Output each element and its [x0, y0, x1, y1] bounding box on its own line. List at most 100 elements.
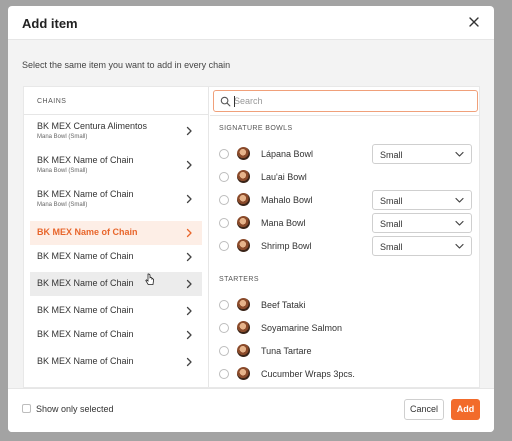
chain-item[interactable]: BK MEX Name of Chain: [30, 323, 202, 347]
chain-item[interactable]: BK MEX Name of Chain: [30, 272, 202, 296]
size-select[interactable]: Small: [372, 190, 472, 210]
chain-name: BK MEX Name of Chain: [37, 155, 134, 165]
size-select-value: Small: [380, 196, 403, 206]
modal-title: Add item: [22, 16, 78, 31]
chain-item[interactable]: BK MEX Centura Alimentos Mana Bowl (Small…: [30, 119, 202, 143]
item-name: Beef Tataki: [261, 300, 306, 310]
item-thumbnail: [237, 239, 250, 252]
chain-selected-item: Mana Bowl (Small): [37, 202, 88, 208]
item-thumbnail: [237, 367, 250, 380]
show-only-selected-label: Show only selected: [36, 404, 114, 414]
text-caret: [234, 96, 235, 107]
selection-panel: CHAINS BK MEX Centura Alimentos Mana Bowl…: [23, 86, 480, 388]
chain-name: BK MEX Name of Chain: [37, 278, 134, 288]
item-radio[interactable]: [219, 195, 229, 205]
item-name: Shrimp Bowl: [261, 241, 312, 251]
chevron-right-icon: [186, 357, 192, 367]
chain-name: BK MEX Name of Chain: [37, 251, 134, 261]
item-name: Lápana Bowl: [261, 149, 314, 159]
chevron-down-icon: [455, 151, 464, 157]
item-radio[interactable]: [219, 149, 229, 159]
item-radio[interactable]: [219, 346, 229, 356]
item-name: Mahalo Bowl: [261, 195, 313, 205]
modal-footer: Show only selected Cancel Add: [8, 388, 494, 432]
item-radio[interactable]: [219, 241, 229, 251]
section-title: SIGNATURE BOWLS: [219, 125, 293, 132]
menu-item-row: Beef Tataki: [210, 295, 479, 315]
close-icon: [469, 17, 479, 27]
section-title: STARTERS: [219, 276, 259, 283]
chevron-down-icon: [455, 220, 464, 226]
item-thumbnail: [237, 216, 250, 229]
modal-header: Add item: [8, 6, 494, 40]
item-radio[interactable]: [219, 218, 229, 228]
item-name: Lau'ai Bowl: [261, 172, 307, 182]
item-radio[interactable]: [219, 369, 229, 379]
chevron-right-icon: [186, 306, 192, 316]
add-button[interactable]: Add: [451, 399, 480, 420]
size-select[interactable]: Small: [372, 236, 472, 256]
menu-item-row: Lápana Bowl Small: [210, 144, 479, 164]
chevron-right-icon: [186, 126, 192, 136]
cancel-button[interactable]: Cancel: [404, 399, 444, 420]
chains-header: CHAINS: [24, 87, 208, 115]
menu-item-row: Mana Bowl Small: [210, 213, 479, 233]
item-radio[interactable]: [219, 323, 229, 333]
chain-name: BK MEX Name of Chain: [37, 329, 134, 339]
item-thumbnail: [237, 147, 250, 160]
menu-item-row: Lau'ai Bowl: [210, 167, 479, 187]
menu-item-row: Soyamarine Salmon: [210, 318, 479, 338]
item-radio[interactable]: [219, 300, 229, 310]
mouse-pointer-icon: [145, 273, 155, 285]
size-select[interactable]: Small: [372, 144, 472, 164]
chain-item[interactable]: BK MEX Name of Chain: [30, 221, 202, 245]
show-only-selected-checkbox[interactable]: [22, 404, 31, 413]
chain-name: BK MEX Name of Chain: [37, 356, 134, 366]
chain-item[interactable]: BK MEX Name of Chain Mana Bowl (Small): [30, 187, 202, 211]
modal-body: Select the same item you want to add in …: [8, 40, 494, 388]
size-select[interactable]: Small: [372, 213, 472, 233]
item-name: Tuna Tartare: [261, 346, 312, 356]
add-item-modal: Add item Select the same item you want t…: [8, 6, 494, 432]
chain-name: BK MEX Centura Alimentos: [37, 121, 148, 131]
chevron-right-icon: [186, 330, 192, 340]
size-select-value: Small: [380, 242, 403, 252]
search-field[interactable]: [213, 90, 478, 112]
chain-item[interactable]: BK MEX Name of Chain: [30, 299, 202, 323]
size-select-value: Small: [380, 219, 403, 229]
close-button[interactable]: [466, 14, 482, 30]
item-name: Cucumber Wraps 3pcs.: [261, 369, 355, 379]
menu-item-row: Mahalo Bowl Small: [210, 190, 479, 210]
item-thumbnail: [237, 298, 250, 311]
item-radio[interactable]: [219, 172, 229, 182]
chains-list: CHAINS BK MEX Centura Alimentos Mana Bowl…: [24, 87, 209, 387]
item-thumbnail: [237, 170, 250, 183]
item-thumbnail: [237, 321, 250, 334]
size-select-value: Small: [380, 150, 403, 160]
chevron-down-icon: [455, 197, 464, 203]
instruction-text: Select the same item you want to add in …: [22, 60, 231, 70]
chain-selected-item: Mana Bowl (Small): [37, 134, 88, 140]
menu-item-row: Tuna Tartare: [210, 341, 479, 361]
chevron-right-icon: [186, 279, 192, 289]
search-divider: [210, 115, 479, 116]
search-input[interactable]: [234, 93, 474, 109]
chain-selected-item: Mana Bowl (Small): [37, 168, 88, 174]
chevron-right-icon: [186, 194, 192, 204]
chain-item[interactable]: BK MEX Name of Chain: [30, 350, 202, 374]
chain-item[interactable]: BK MEX Name of Chain: [30, 245, 202, 269]
chains-header-label: CHAINS: [37, 98, 67, 105]
chevron-right-icon: [186, 228, 192, 238]
menu-item-row: Shrimp Bowl Small: [210, 236, 479, 256]
items-list: SIGNATURE BOWLS Lápana Bowl Small Lau'ai Bo…: [210, 87, 479, 387]
item-name: Soyamarine Salmon: [261, 323, 343, 333]
item-thumbnail: [237, 193, 250, 206]
menu-item-row: Cucumber Wraps 3pcs.: [210, 364, 479, 384]
item-name: Mana Bowl: [261, 218, 306, 228]
chain-item[interactable]: BK MEX Name of Chain Mana Bowl (Small): [30, 153, 202, 177]
search-icon: [220, 96, 231, 107]
chevron-down-icon: [455, 243, 464, 249]
chevron-right-icon: [186, 160, 192, 170]
chain-name: BK MEX Name of Chain: [37, 227, 138, 237]
chain-name: BK MEX Name of Chain: [37, 305, 134, 315]
